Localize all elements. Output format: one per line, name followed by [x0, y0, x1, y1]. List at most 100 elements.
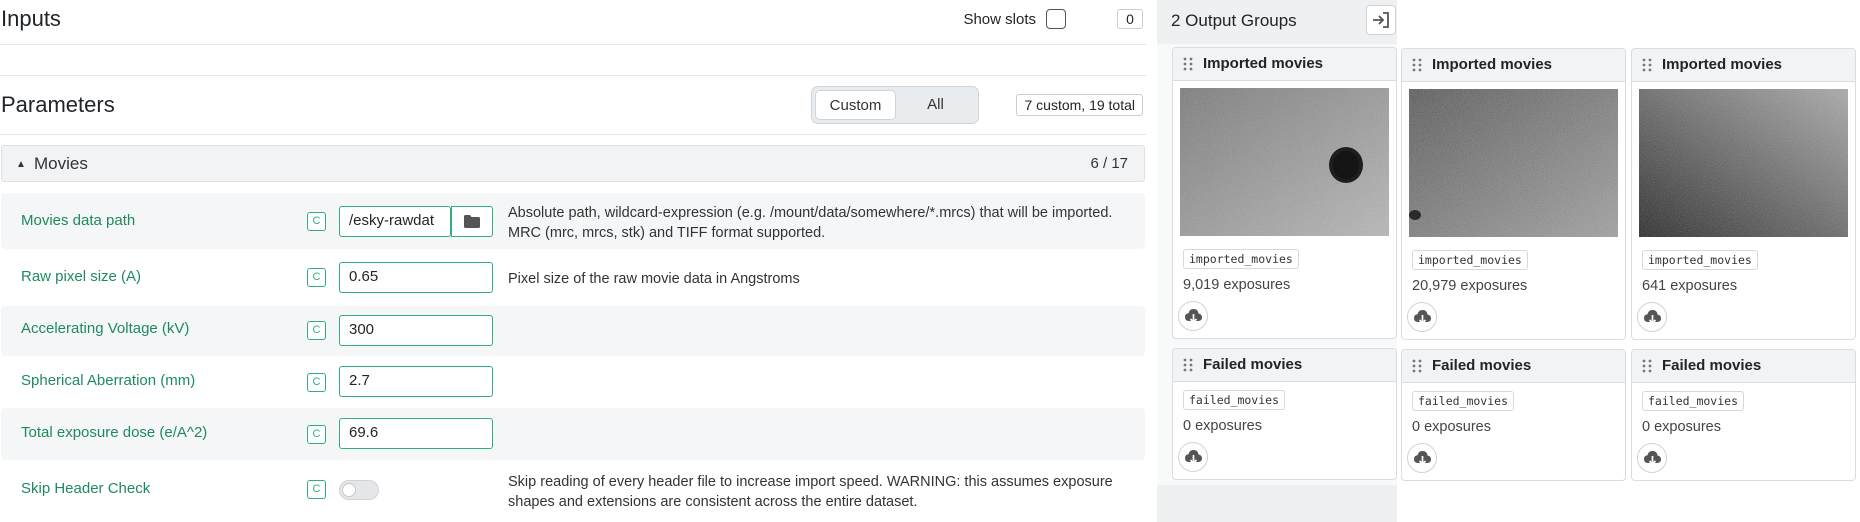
param-description: Skip reading of every header file to inc…: [508, 474, 1113, 510]
exposure-count: 0 exposures: [1183, 418, 1262, 434]
card-header: Imported movies: [1632, 49, 1855, 82]
custom-badge: C: [307, 480, 326, 499]
param-name: Accelerating Voltage (kV): [21, 320, 190, 337]
parameter-count-badge: 7 custom, 19 total: [1016, 94, 1143, 116]
card-title: Failed movies: [1203, 356, 1303, 373]
micrograph-thumbnail[interactable]: [1639, 89, 1848, 237]
skip-header-check-toggle[interactable]: [339, 480, 379, 500]
card-header: Failed movies: [1402, 350, 1625, 383]
output-tag: failed_movies: [1412, 391, 1515, 411]
collapse-panel-icon: [1373, 12, 1389, 28]
drag-grip-icon[interactable]: [1412, 58, 1422, 72]
job-builder-panel: Inputs Show slots 0 Parameters Custom Al…: [0, 0, 1146, 522]
param-row-movies-data-path: Movies data path C /esky-rawdat Absolute…: [1, 193, 1145, 249]
card-header: Failed movies: [1632, 350, 1855, 383]
drag-grip-icon[interactable]: [1183, 358, 1193, 372]
drag-grip-icon[interactable]: [1412, 359, 1422, 373]
raw-pixel-size-input[interactable]: 0.65: [339, 262, 493, 293]
scope-all-button[interactable]: All: [896, 90, 975, 120]
param-name: Total exposure dose (e/A^2): [21, 424, 208, 441]
show-slots-toggle[interactable]: Show slots: [963, 9, 1066, 29]
cloud-download-icon: [1185, 450, 1202, 465]
param-name: Spherical Aberration (mm): [21, 372, 196, 389]
accelerating-voltage-input[interactable]: 300: [339, 315, 493, 346]
browse-button[interactable]: [451, 206, 493, 237]
output-groups-title: 2 Output Groups: [1171, 11, 1297, 30]
micrograph-thumbnail[interactable]: [1409, 89, 1618, 237]
param-row-spherical-aberration: Spherical Aberration (mm) C 2.7: [1, 356, 1145, 408]
section-label: Movies: [34, 154, 88, 173]
parameter-scope-toggle: Custom All: [811, 86, 979, 124]
custom-badge: C: [307, 212, 326, 231]
output-card-failed-movies: Failed movies failed_movies 0 exposures: [1401, 349, 1626, 481]
card-title: Failed movies: [1662, 357, 1762, 374]
output-tag: failed_movies: [1183, 390, 1286, 410]
exposure-count: 9,019 exposures: [1183, 277, 1291, 293]
card-header: Imported movies: [1173, 48, 1396, 81]
scope-custom-button[interactable]: Custom: [815, 90, 896, 120]
custom-badge: C: [307, 373, 326, 392]
param-row-total-exposure-dose: Total exposure dose (e/A^2) C 69.6: [1, 408, 1145, 460]
custom-badge: C: [307, 321, 326, 340]
exposure-count: 20,979 exposures: [1412, 278, 1528, 294]
param-row-raw-pixel-size: Raw pixel size (A) C 0.65 Pixel size of …: [1, 252, 1145, 304]
output-card-failed-movies: Failed movies failed_movies 0 exposures: [1172, 348, 1397, 480]
drag-grip-icon[interactable]: [1642, 359, 1652, 373]
divider: [0, 75, 1146, 76]
show-slots-label: Show slots: [963, 10, 1036, 28]
drag-grip-icon[interactable]: [1183, 57, 1193, 71]
param-description: Absolute path, wildcard-expression (e.g.…: [508, 205, 1113, 241]
card-title: Imported movies: [1662, 56, 1783, 73]
custom-badge: C: [307, 425, 326, 444]
param-row-accelerating-voltage: Accelerating Voltage (kV) C 300: [1, 306, 1145, 356]
slot-count-badge: 0: [1117, 9, 1143, 29]
output-card-imported-movies: Imported movies imported_movies 641 expo…: [1631, 48, 1856, 340]
download-button[interactable]: [1407, 302, 1437, 332]
folder-icon: [464, 215, 480, 228]
download-button[interactable]: [1637, 302, 1667, 332]
total-exposure-dose-input[interactable]: 69.6: [339, 418, 493, 449]
movies-section-header[interactable]: ▲ Movies 6 / 17: [1, 145, 1145, 182]
divider: [0, 44, 1146, 45]
caret-up-icon: ▲: [16, 159, 26, 170]
section-count: 6 / 17: [1090, 155, 1128, 172]
download-button[interactable]: [1178, 301, 1208, 331]
spherical-aberration-input[interactable]: 2.7: [339, 366, 493, 397]
output-tag: imported_movies: [1183, 249, 1299, 269]
output-tag: failed_movies: [1642, 391, 1745, 411]
download-button[interactable]: [1637, 443, 1667, 473]
cloud-download-icon: [1414, 451, 1431, 466]
cloud-download-icon: [1185, 309, 1202, 324]
exposure-count: 641 exposures: [1642, 278, 1738, 294]
output-card-imported-movies: Imported movies imported_movies 9,019 ex…: [1172, 47, 1397, 339]
param-row-skip-header-check: Skip Header Check C Skip reading of ever…: [1, 462, 1145, 518]
output-card-failed-movies: Failed movies failed_movies 0 exposures: [1631, 349, 1856, 481]
parameters-title: Parameters: [1, 92, 115, 117]
download-button[interactable]: [1407, 443, 1437, 473]
toggle-knob: [342, 483, 356, 497]
param-name: Raw pixel size (A): [21, 268, 142, 285]
collapse-panel-button[interactable]: [1366, 5, 1396, 35]
card-title: Failed movies: [1432, 357, 1532, 374]
micrograph-thumbnail[interactable]: [1180, 88, 1389, 236]
outputs-panel: 2 Output Groups Imported movies imported…: [1157, 0, 1860, 522]
param-name: Movies data path: [21, 212, 136, 229]
custom-badge: C: [307, 268, 326, 287]
cloud-download-icon: [1644, 451, 1661, 466]
param-name: Skip Header Check: [21, 480, 151, 497]
cloud-download-icon: [1644, 310, 1661, 325]
show-slots-checkbox[interactable]: [1046, 9, 1066, 29]
exposure-count: 0 exposures: [1642, 419, 1721, 435]
output-card-imported-movies: Imported movies imported_movies 20,979 e…: [1401, 48, 1626, 340]
download-button[interactable]: [1178, 442, 1208, 472]
card-title: Imported movies: [1432, 56, 1553, 73]
exposure-count: 0 exposures: [1412, 419, 1491, 435]
movies-data-path-input[interactable]: /esky-rawdat: [339, 206, 451, 237]
card-title: Imported movies: [1203, 55, 1324, 72]
card-header: Failed movies: [1173, 349, 1396, 382]
inputs-title: Inputs: [1, 6, 61, 31]
cloud-download-icon: [1414, 310, 1431, 325]
param-description: Pixel size of the raw movie data in Angs…: [508, 271, 800, 287]
drag-grip-icon[interactable]: [1642, 58, 1652, 72]
outputs-column-background: [1157, 485, 1397, 522]
